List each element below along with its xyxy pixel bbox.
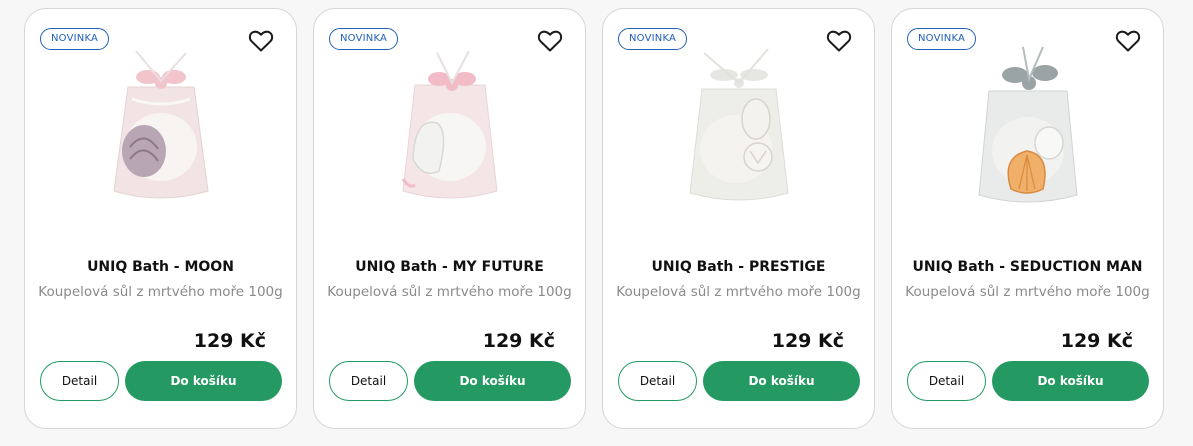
salt-bag-image [978,46,1078,203]
product-title[interactable]: UNIQ Bath - MOON [33,259,288,275]
product-card[interactable]: NOVINKA UNIQ Bath - MY FUTURE Koupelová … [313,8,586,429]
detail-button[interactable]: Detail [329,361,408,401]
product-title[interactable]: UNIQ Bath - SEDUCTION MAN [900,259,1155,275]
detail-button[interactable]: Detail [907,361,986,401]
heart-icon[interactable] [826,29,852,53]
product-image[interactable] [96,39,226,209]
product-image[interactable] [674,39,804,209]
salt-bag-image [113,50,209,199]
heart-icon[interactable] [1115,29,1141,53]
add-to-cart-button[interactable]: Do košíku [703,361,860,401]
product-grid: NOVINKA UNIQ Bath - MOON Koupelová sůl z… [24,8,1165,429]
salt-bag-image [689,48,789,201]
product-image[interactable] [385,39,515,209]
product-price: 129 Kč [193,330,266,352]
product-title[interactable]: UNIQ Bath - PRESTIGE [611,259,866,275]
detail-button[interactable]: Detail [40,361,119,401]
heart-icon[interactable] [248,29,274,53]
product-card[interactable]: NOVINKA UNIQ Bath - MOON Koupelová sůl z… [24,8,297,429]
product-price: 129 Kč [771,330,844,352]
product-subtitle: Koupelová sůl z mrtvého moře 100g [38,284,283,300]
heart-icon[interactable] [537,29,563,53]
detail-button[interactable]: Detail [618,361,697,401]
product-card[interactable]: NOVINKA UNIQ Bath - SEDUCTION MAN Koupel… [891,8,1164,429]
add-to-cart-button[interactable]: Do košíku [992,361,1149,401]
product-subtitle: Koupelová sůl z mrtvého moře 100g [616,284,861,300]
salt-bag-image [401,50,498,199]
product-price: 129 Kč [482,330,555,352]
product-subtitle: Koupelová sůl z mrtvého moře 100g [327,284,572,300]
product-subtitle: Koupelová sůl z mrtvého moře 100g [905,284,1150,300]
product-card[interactable]: NOVINKA UNIQ Bath - PRESTIGE Koupelová s… [602,8,875,429]
product-image[interactable] [963,39,1093,209]
product-price: 129 Kč [1060,330,1133,352]
product-title[interactable]: UNIQ Bath - MY FUTURE [322,259,577,275]
add-to-cart-button[interactable]: Do košíku [125,361,282,401]
add-to-cart-button[interactable]: Do košíku [414,361,571,401]
